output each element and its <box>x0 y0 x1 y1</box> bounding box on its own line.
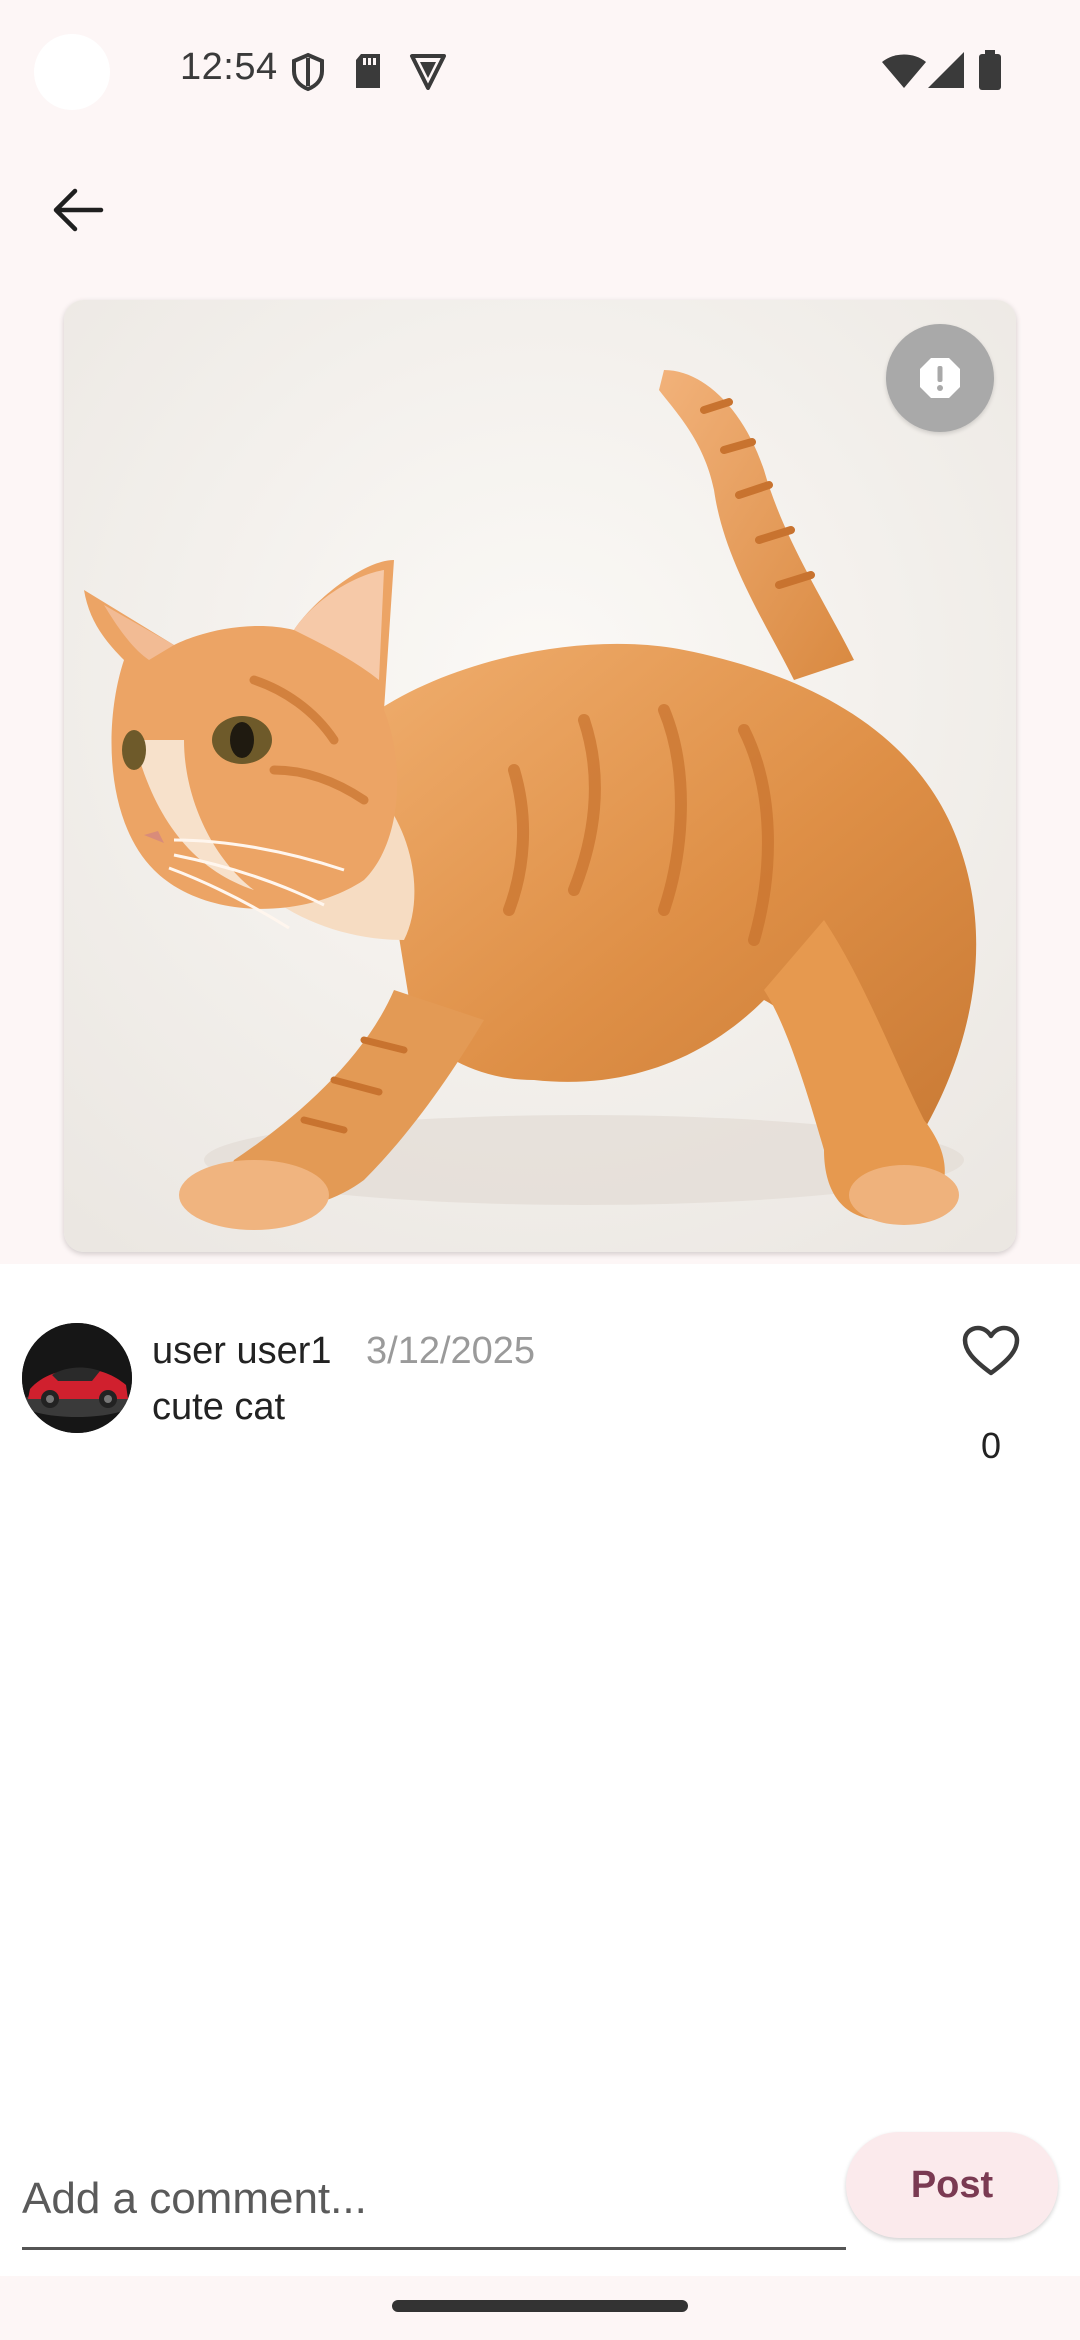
shield-icon <box>292 52 324 92</box>
post-date: 3/12/2025 <box>366 1330 536 1372</box>
status-time: 12:54 <box>180 46 278 88</box>
like-button[interactable] <box>956 1316 1026 1386</box>
heart-outline-icon <box>962 1325 1020 1376</box>
post-caption: cute cat <box>152 1386 286 1428</box>
vpn-badge-icon <box>410 54 446 90</box>
report-icon <box>920 358 960 398</box>
home-indicator[interactable] <box>392 2300 688 2312</box>
like-count: 0 <box>980 1425 1002 1466</box>
cell-signal-icon <box>928 52 964 88</box>
sd-card-icon <box>356 54 380 88</box>
back-button[interactable] <box>40 172 116 248</box>
post-image[interactable] <box>64 300 1016 1252</box>
avatar-car-image <box>22 1323 132 1433</box>
post-author[interactable]: user user1 <box>152 1330 332 1373</box>
report-button[interactable] <box>886 324 994 432</box>
comment-input[interactable] <box>22 2150 846 2250</box>
camera-cutout <box>34 34 110 110</box>
post-detail-screen: 12:54 user user1 3/12/2025 cute cat 0 Ad… <box>0 0 1080 2340</box>
post-comment-button[interactable]: Post <box>846 2132 1058 2238</box>
arrow-back-icon <box>53 188 104 232</box>
wifi-icon <box>882 54 926 88</box>
cat-photo-illustration <box>64 300 1016 1252</box>
battery-icon <box>979 50 1001 90</box>
avatar[interactable] <box>22 1323 132 1433</box>
status-bar: 12:54 <box>0 0 1080 140</box>
